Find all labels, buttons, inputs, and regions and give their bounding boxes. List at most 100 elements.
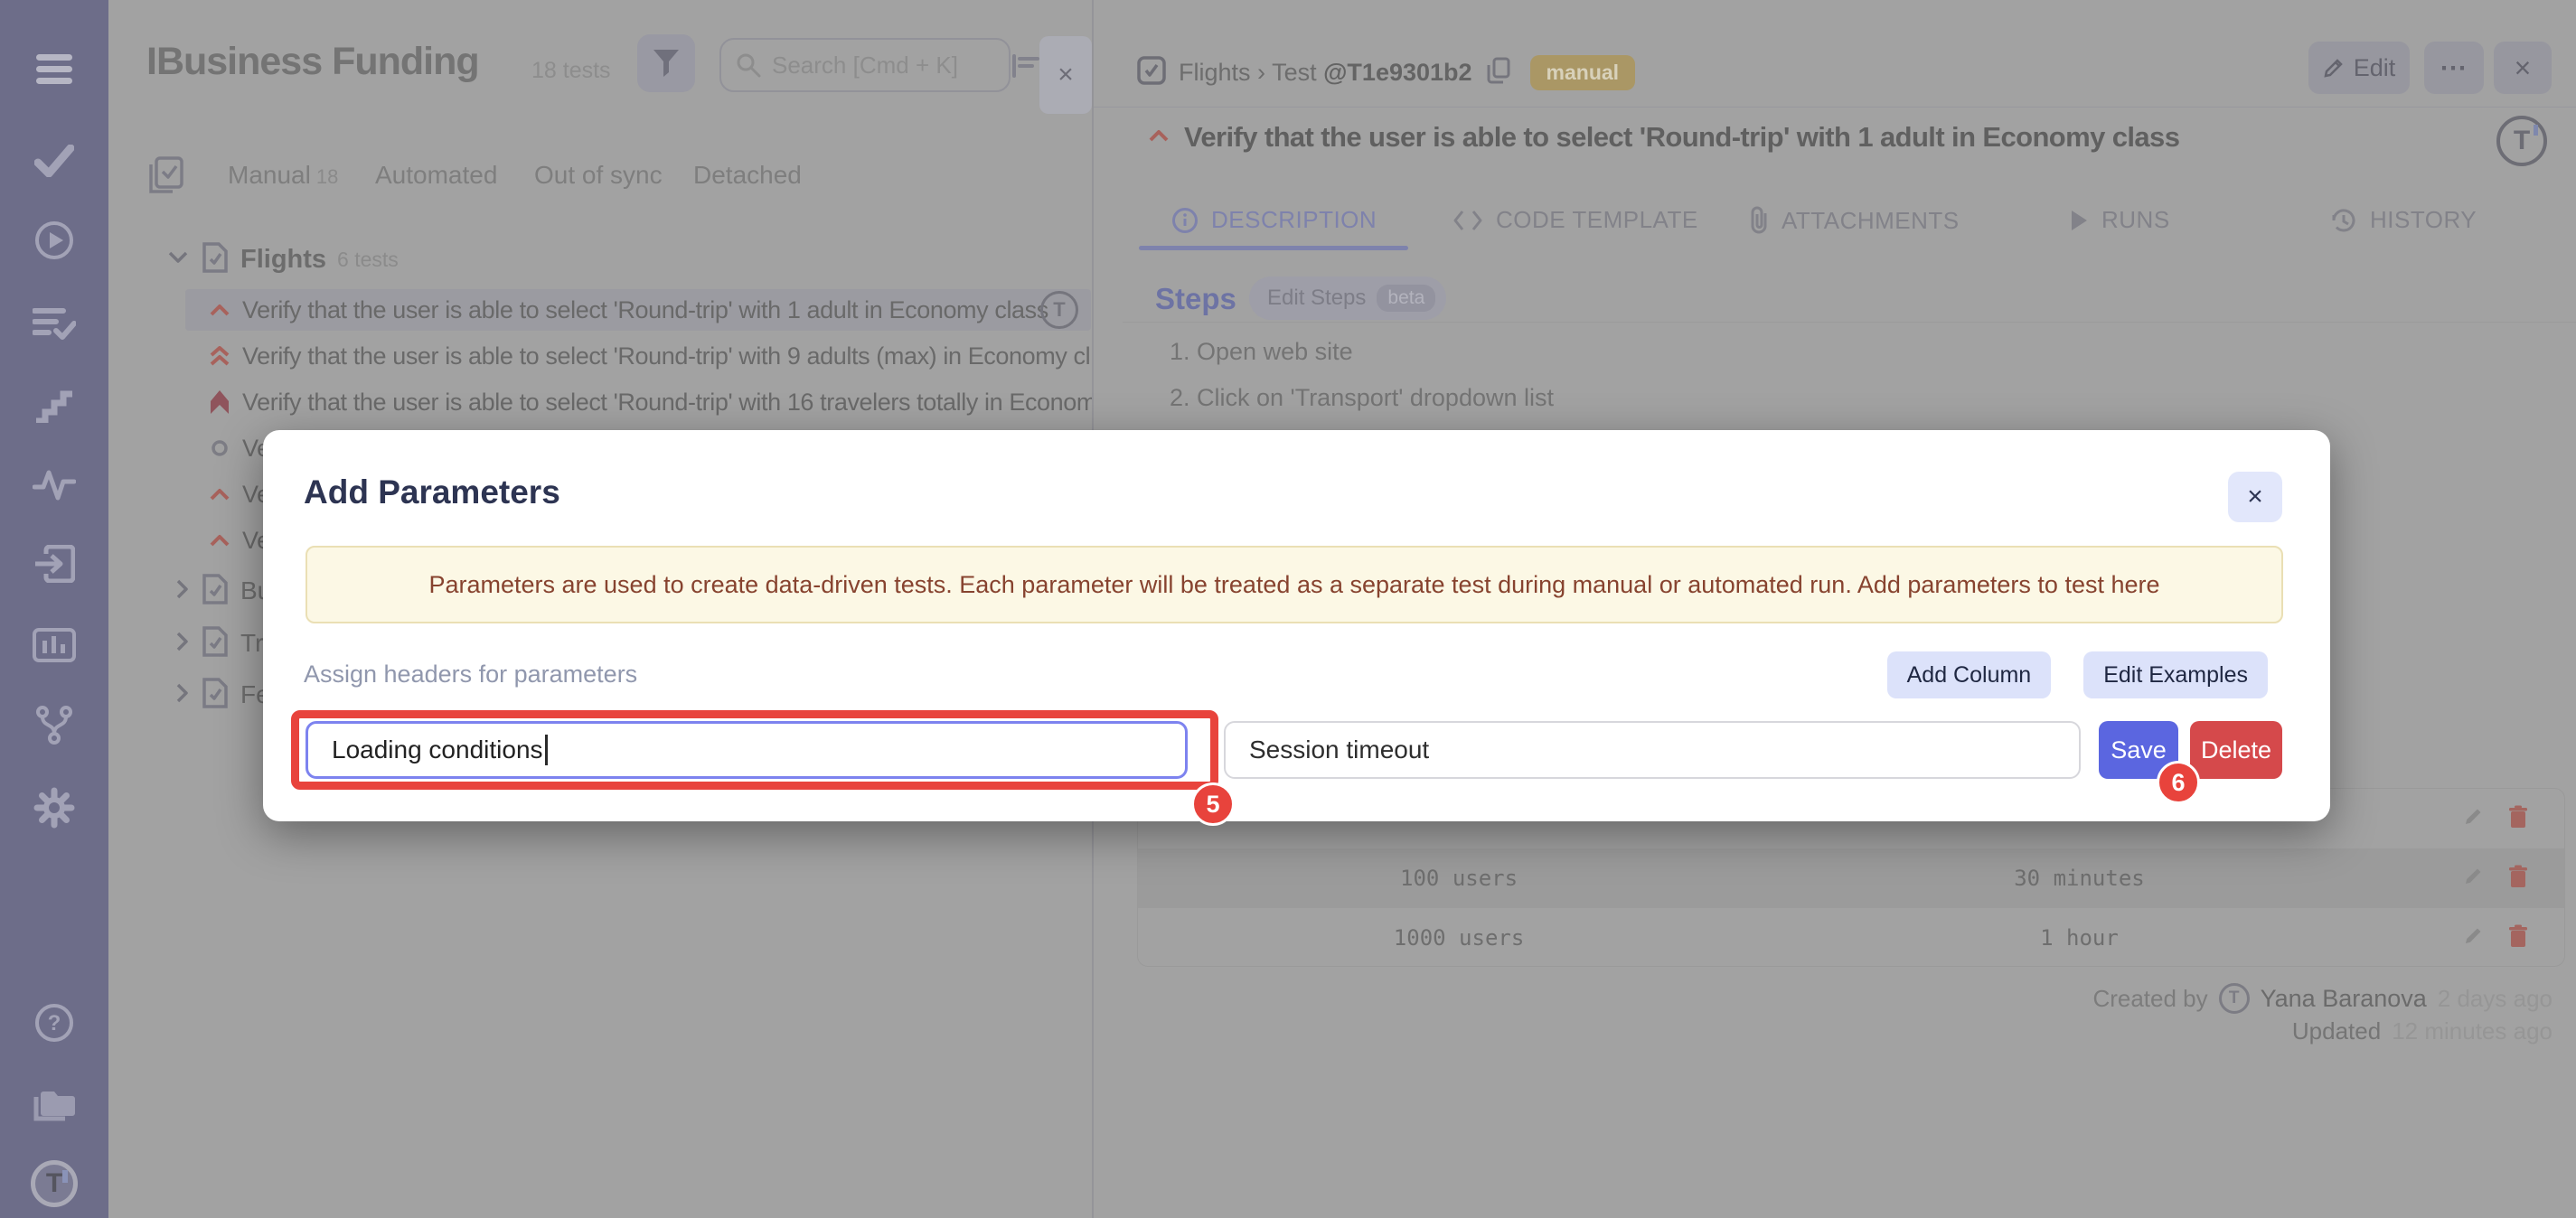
tab-description[interactable]: DESCRIPTION: [1171, 206, 1377, 234]
test-row[interactable]: Ve: [185, 427, 270, 469]
suite-row[interactable]: Tr: [175, 623, 263, 664]
run-checklist-icon[interactable]: [0, 300, 108, 347]
tab-attachments[interactable]: ATTACHMENTS: [1749, 206, 1960, 235]
test-row[interactable]: Verify that the user is able to select '…: [185, 381, 1092, 423]
stairs-icon[interactable]: [0, 381, 108, 428]
project-title: IBusiness Funding: [146, 40, 479, 84]
filter-button[interactable]: [637, 34, 695, 92]
search-placeholder: Search [Cmd + K]: [772, 52, 958, 80]
more-button[interactable]: ⋯: [2424, 42, 2484, 94]
edit-examples-button[interactable]: Edit Examples: [2083, 651, 2268, 698]
active-tab-underline: [1139, 246, 1408, 250]
delete-row-icon[interactable]: [2508, 805, 2528, 833]
help-icon[interactable]: ?: [0, 999, 108, 1046]
analytics-icon[interactable]: [0, 622, 108, 669]
search-input[interactable]: Search [Cmd + K]: [719, 38, 1011, 92]
app-root: ? T IBusiness Funding 18 tests Search [C…: [0, 0, 2576, 1218]
chevron-right-icon[interactable]: [175, 632, 188, 656]
checklist-icon: [148, 155, 184, 200]
chevron-down-icon[interactable]: [168, 251, 188, 268]
suite-count: 6 tests: [337, 248, 399, 272]
breadcrumb: Flights › Test @T1e9301b2 manual: [1094, 51, 1635, 94]
suite-row[interactable]: Fe: [175, 674, 270, 716]
test-row-selected[interactable]: Verify that the user is able to select '…: [185, 289, 1091, 331]
edit-button[interactable]: Edit: [2308, 42, 2410, 94]
delete-button[interactable]: Delete: [2190, 721, 2282, 779]
suite-row-flights[interactable]: Flights 6 tests: [168, 239, 399, 280]
tab-out-of-sync[interactable]: Out of sync: [534, 161, 663, 190]
clear-search-button[interactable]: ×: [1039, 36, 1092, 114]
created-by-line: Created by T Yana Baranova 2 days ago: [2092, 983, 2552, 1014]
add-column-button[interactable]: Add Column: [1887, 651, 2052, 698]
test-title: Verify that the user is able to select '…: [242, 389, 1092, 417]
priority-normal-icon: [206, 439, 233, 457]
filter-lines-icon[interactable]: [1012, 52, 1039, 84]
import-icon[interactable]: [0, 540, 108, 587]
delete-row-icon[interactable]: [2508, 865, 2528, 893]
priority-critical-icon: [206, 390, 233, 414]
play-icon: [2069, 209, 2089, 232]
edit-steps-button[interactable]: Edit Steps beta: [1249, 276, 1446, 320]
close-icon: ×: [2247, 482, 2263, 512]
param-value: 1000 users: [1138, 925, 1780, 951]
priority-highest-icon: [206, 346, 233, 366]
suite-file-icon: [202, 574, 228, 609]
param-value: 100 users: [1138, 866, 1780, 891]
test-id: @T1e9301b2: [1323, 59, 1471, 86]
modal-close-button[interactable]: ×: [2228, 472, 2282, 522]
delete-row-icon[interactable]: [2508, 924, 2528, 952]
author-avatar: T: [2219, 983, 2250, 1014]
edit-row-icon[interactable]: [2463, 924, 2485, 952]
check-square-icon: [1137, 56, 1166, 89]
svg-text:?: ?: [48, 1011, 61, 1035]
projects-folder-icon[interactable]: [0, 1082, 108, 1129]
breadcrumb-separator: ›: [1257, 59, 1265, 86]
param-value: 1 hour: [1780, 925, 2379, 951]
edit-row-icon[interactable]: [2463, 865, 2485, 893]
history-clock-icon: [2330, 207, 2357, 234]
info-icon: [1171, 207, 1199, 234]
tab-automated[interactable]: Automated: [375, 161, 497, 190]
step-item: 2. Click on 'Transport' dropdown list: [1170, 384, 1554, 412]
step-item: 1. Open web site: [1170, 338, 1353, 366]
annotation-highlight-rect: [291, 710, 1218, 790]
breadcrumb-test-label: Test: [1272, 59, 1317, 86]
copy-icon[interactable]: [1487, 57, 1510, 89]
steps-heading: Steps: [1155, 282, 1236, 316]
tab-runs[interactable]: RUNS: [2069, 206, 2170, 234]
updated-label: Updated: [2292, 1017, 2381, 1045]
pulse-icon[interactable]: [0, 461, 108, 508]
sidebar: ? T: [0, 0, 108, 1218]
tab-detached[interactable]: Detached: [693, 161, 802, 190]
menu-icon[interactable]: [0, 45, 108, 92]
parameter-header-input-2[interactable]: Session timeout: [1224, 721, 2081, 779]
author-name[interactable]: Yana Baranova: [2261, 985, 2427, 1013]
suite-row[interactable]: Bu: [175, 570, 271, 612]
assign-headers-label: Assign headers for parameters: [304, 661, 637, 689]
tab-history[interactable]: HISTORY: [2330, 206, 2477, 234]
settings-gear-icon[interactable]: [0, 784, 108, 831]
tests-check-icon[interactable]: [0, 137, 108, 184]
test-logo-badge: T: [2496, 116, 2547, 166]
test-row[interactable]: Verify that the user is able to select '…: [185, 335, 1090, 377]
play-circle-icon[interactable]: [0, 217, 108, 264]
manual-badge: manual: [1530, 55, 1636, 90]
parameter-row: 100 users 30 minutes: [1138, 848, 2564, 908]
header-divider: [1094, 107, 2576, 108]
tests-count: 18 tests: [531, 58, 611, 84]
modal-title: Add Parameters: [304, 473, 560, 511]
created-ago: 2 days ago: [2438, 985, 2552, 1013]
close-panel-button[interactable]: ×: [2494, 42, 2552, 94]
priority-high-icon: [206, 488, 233, 501]
priority-high-icon: [206, 534, 233, 547]
edit-row-icon[interactable]: [2463, 805, 2485, 833]
chevron-right-icon[interactable]: [175, 579, 188, 604]
brand-letter: T: [46, 1168, 62, 1199]
branch-icon[interactable]: [0, 701, 108, 748]
chevron-right-icon[interactable]: [175, 683, 188, 707]
paperclip-icon: [1749, 206, 1769, 235]
breadcrumb-folder[interactable]: Flights: [1179, 59, 1251, 86]
brand-logo[interactable]: T: [0, 1160, 108, 1207]
tab-code-template[interactable]: CODE TEMPLATE: [1453, 206, 1698, 234]
tab-manual[interactable]: Manual18: [228, 161, 338, 190]
